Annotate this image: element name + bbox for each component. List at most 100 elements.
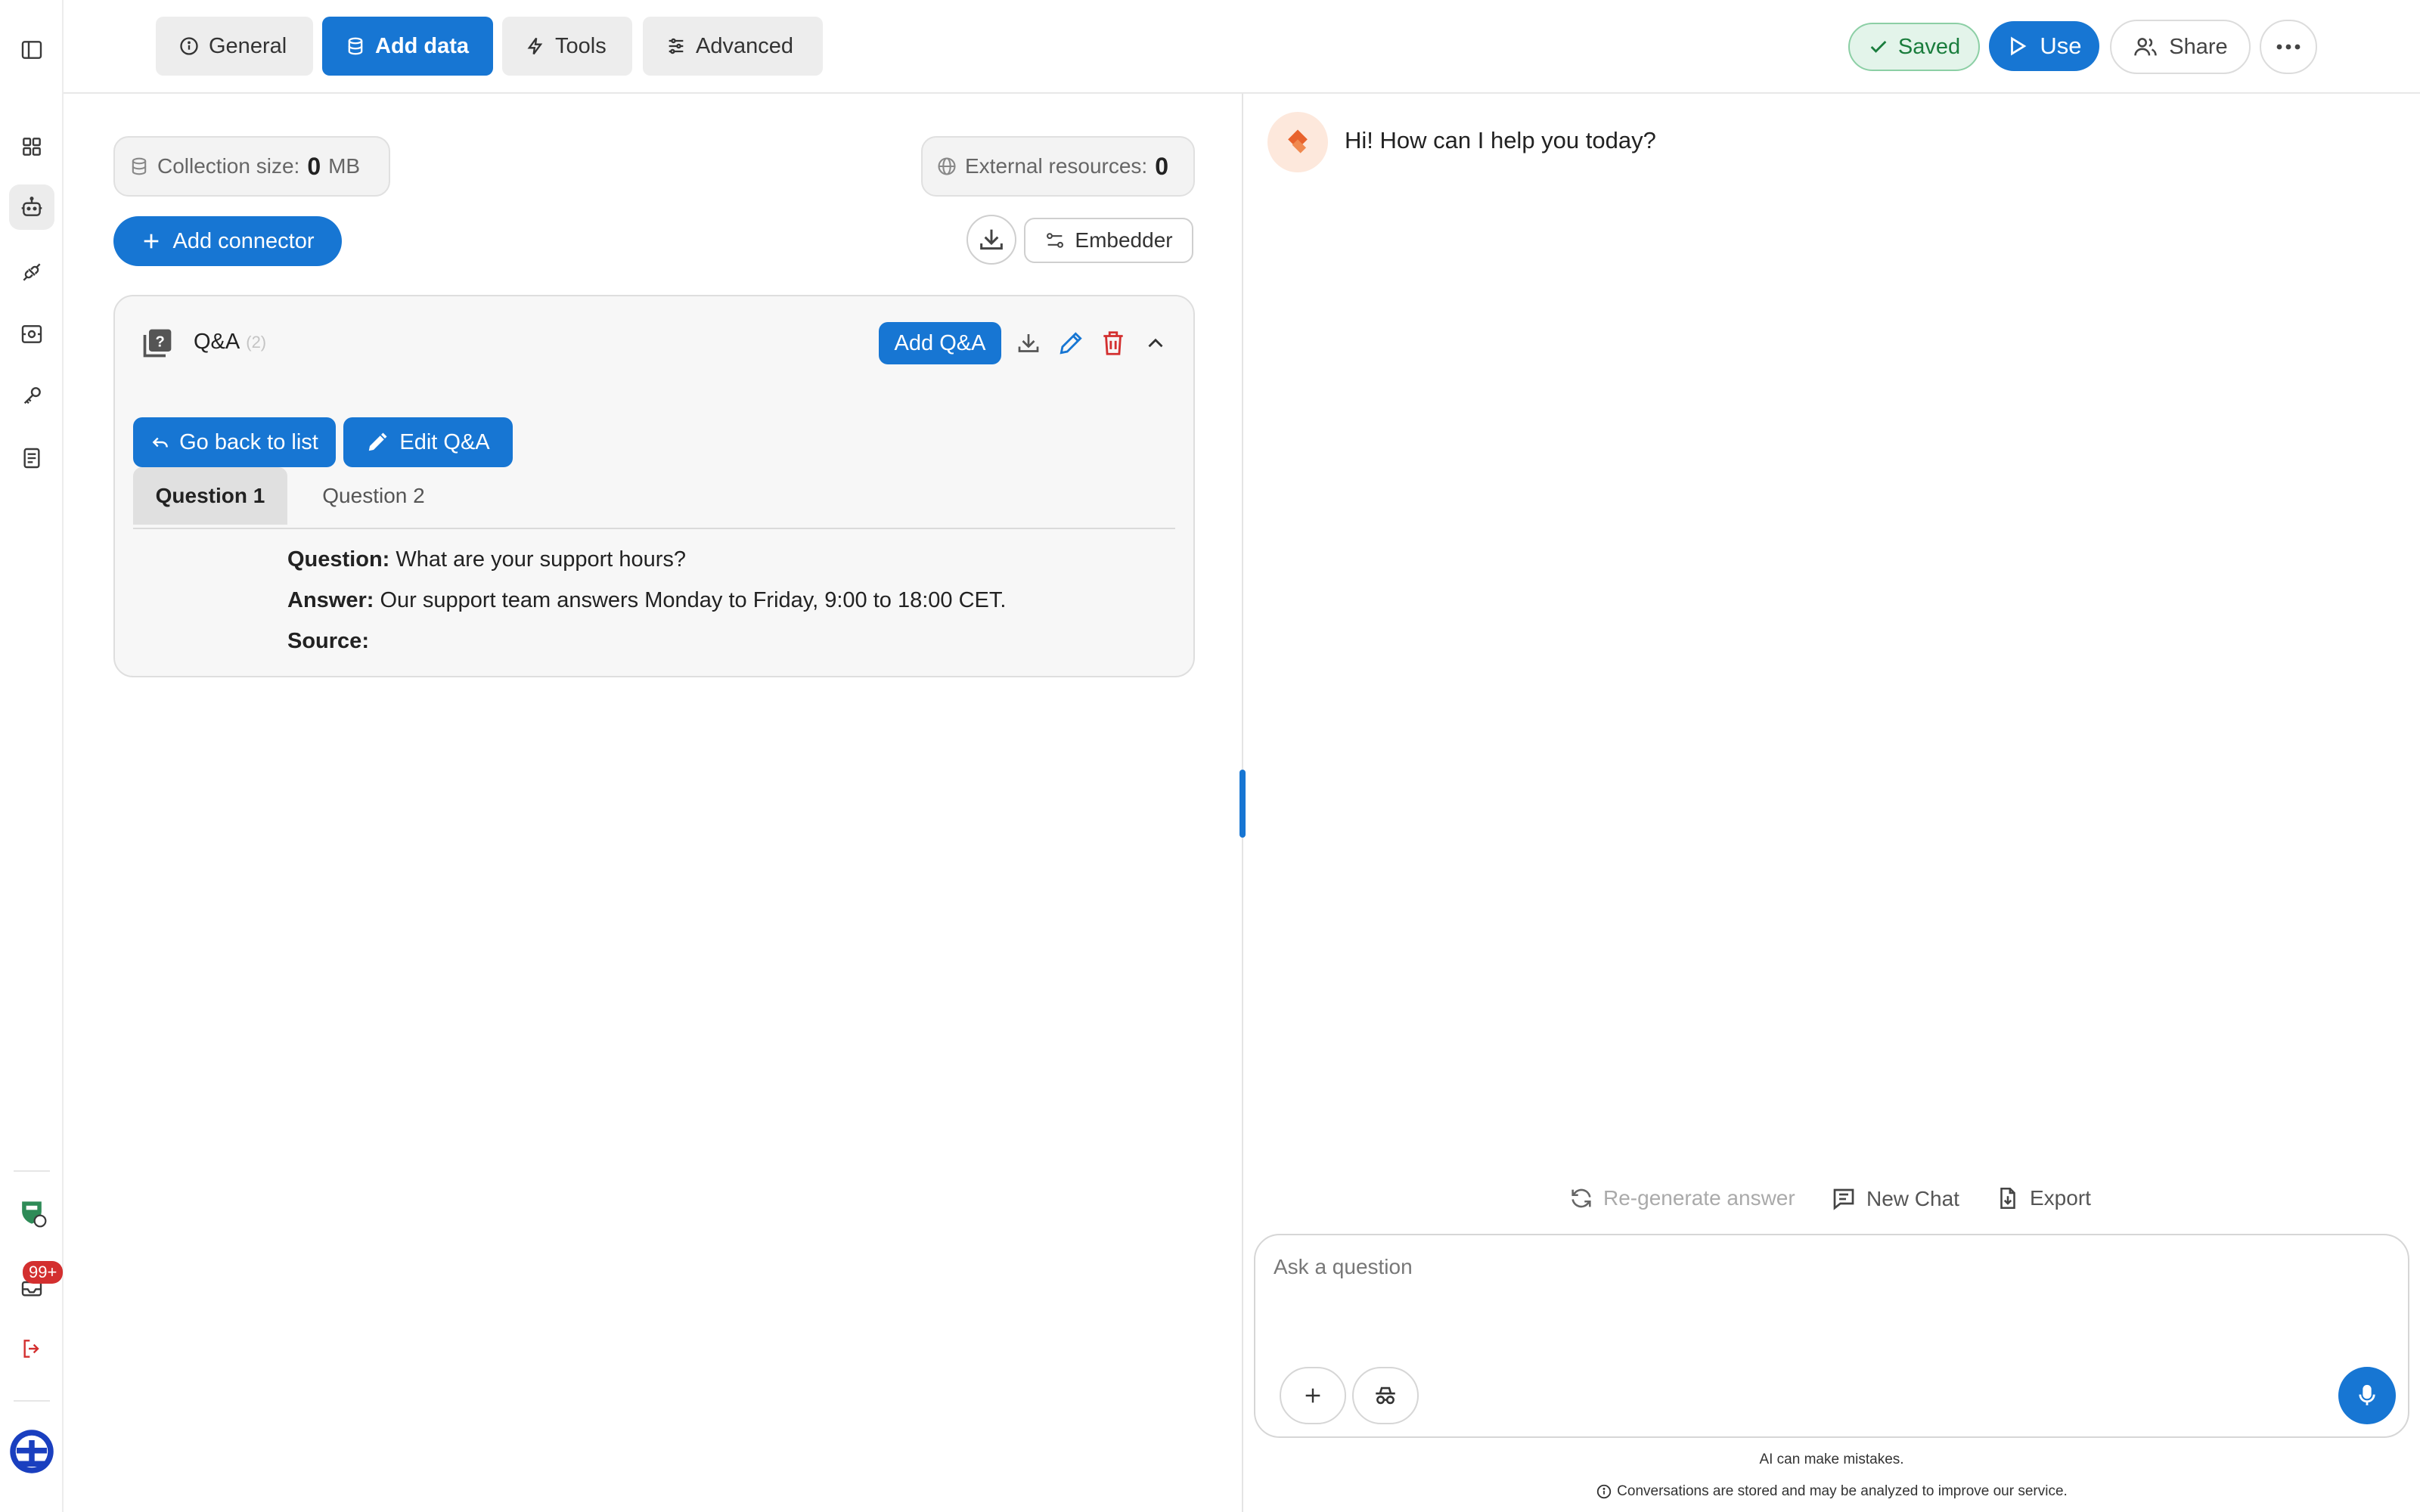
document-icon[interactable] <box>9 435 54 481</box>
ai-disclaimer: AI can make mistakes. <box>1759 1452 1904 1467</box>
database-icon <box>129 156 150 177</box>
bot-greeting-message: Hi! How can I help you today? <box>1345 127 1656 153</box>
export-file-icon <box>1995 1185 2021 1211</box>
chat-bubble-icon <box>1830 1185 1857 1213</box>
plus-icon <box>141 231 162 252</box>
embedder-label: Embedder <box>1075 228 1173 252</box>
qa-card-title: Q&A (2) <box>194 330 266 355</box>
delete-trash-icon[interactable] <box>1095 324 1131 363</box>
resize-handle[interactable] <box>1239 770 1246 838</box>
rail-divider <box>14 1400 50 1402</box>
tab-tools[interactable]: Tools <box>502 17 632 76</box>
regenerate-label: Re-generate answer <box>1603 1186 1795 1210</box>
collection-size-pill: Collection size: 0 MB <box>113 136 390 197</box>
left-rail: 99+ <box>0 0 64 1512</box>
answer-key: Answer: <box>287 588 374 612</box>
bot-logo-icon <box>1281 125 1314 159</box>
qa-card: ? Q&A (2) Add Q&A Go back to list Edit Q… <box>113 295 1195 677</box>
storage-notice-text: Conversations are stored and may be anal… <box>1617 1483 2068 1499</box>
plus-icon <box>1301 1383 1325 1408</box>
incognito-button[interactable] <box>1352 1367 1419 1424</box>
external-resources-pill: External resources: 0 <box>921 136 1195 197</box>
sliders-icon <box>666 36 687 57</box>
download-icon <box>976 225 1007 255</box>
avatar[interactable] <box>9 1429 54 1474</box>
go-back-label: Go back to list <box>179 429 318 454</box>
saved-status-badge: Saved <box>1848 23 1980 71</box>
question-row: Question: What are your support hours? <box>287 547 686 572</box>
tab-label: Tools <box>555 33 607 58</box>
toggle-sidebar-icon[interactable] <box>9 27 54 73</box>
logout-icon[interactable] <box>9 1326 54 1371</box>
download-all-button[interactable] <box>966 215 1016 265</box>
question-key: Question: <box>287 547 390 572</box>
download-qa-icon[interactable] <box>1010 324 1047 363</box>
external-resources-label: External resources: <box>965 154 1148 178</box>
rail-divider <box>14 1170 50 1172</box>
microphone-button[interactable] <box>2338 1367 2396 1424</box>
collection-size-value: 0 <box>307 152 321 180</box>
notification-badge: 99+ <box>23 1261 64 1284</box>
team-crest-icon[interactable] <box>9 1190 54 1235</box>
add-qa-button[interactable]: Add Q&A <box>879 322 1001 364</box>
export-button[interactable]: Export <box>1995 1185 2091 1211</box>
share-button[interactable]: Share <box>2110 20 2251 74</box>
edit-qa-button[interactable]: Edit Q&A <box>343 417 513 467</box>
scan-icon[interactable] <box>9 311 54 357</box>
ask-question-input[interactable] <box>1274 1255 2257 1279</box>
saved-label: Saved <box>1897 34 1961 59</box>
settings-sliders-icon <box>1044 230 1066 251</box>
bot-avatar <box>1267 112 1328 172</box>
new-chat-label: New Chat <box>1866 1187 1959 1210</box>
tab-add-data[interactable]: Add data <box>322 17 493 76</box>
qa-title: Q&A <box>194 330 240 354</box>
embedder-button[interactable]: Embedder <box>1024 218 1193 263</box>
tab-question-2[interactable]: Question 2 <box>296 467 451 525</box>
use-button[interactable]: Use <box>1989 21 2099 71</box>
more-horizontal-icon <box>2276 43 2301 51</box>
microphone-icon <box>2354 1383 2380 1408</box>
attach-add-button[interactable] <box>1280 1367 1346 1424</box>
tab-label: General <box>209 33 287 58</box>
info-icon <box>1596 1483 1612 1500</box>
edit-qa-label: Edit Q&A <box>399 429 490 454</box>
tab-advanced[interactable]: Advanced <box>643 17 823 76</box>
regenerate-answer-button[interactable]: Re-generate answer <box>1568 1185 1795 1211</box>
storage-notice: Conversations are stored and may be anal… <box>1254 1483 2409 1500</box>
tabs-divider <box>133 528 1175 529</box>
edit-pencil-icon[interactable] <box>1053 324 1089 363</box>
answer-row: Answer: Our support team answers Monday … <box>287 588 1006 613</box>
external-resources-value: 0 <box>1155 152 1169 180</box>
source-key: Source: <box>287 629 369 653</box>
undo-arrow-icon <box>150 432 170 452</box>
collapse-chevron-up-icon[interactable] <box>1137 324 1174 363</box>
source-row: Source: <box>287 629 369 654</box>
tab-question-1[interactable]: Question 1 <box>133 467 287 525</box>
chat-composer <box>1254 1234 2409 1438</box>
incognito-icon <box>1373 1383 1398 1408</box>
use-label: Use <box>2040 33 2082 59</box>
new-chat-button[interactable]: New Chat <box>1830 1185 1959 1213</box>
refresh-icon <box>1568 1185 1594 1211</box>
add-connector-label: Add connector <box>172 228 315 253</box>
tab-general[interactable]: General <box>156 17 313 76</box>
svg-text:?: ? <box>156 334 165 351</box>
play-icon <box>2006 35 2029 57</box>
globe-icon <box>936 156 957 177</box>
key-icon[interactable] <box>9 373 54 419</box>
pencil-icon <box>366 431 389 454</box>
share-label: Share <box>2169 34 2228 59</box>
more-options-button[interactable] <box>2260 20 2317 74</box>
dashboard-icon[interactable] <box>9 124 54 169</box>
add-connector-button[interactable]: Add connector <box>113 216 342 266</box>
collection-size-unit: MB <box>328 154 361 178</box>
qa-count: (2) <box>246 332 267 352</box>
go-back-to-list-button[interactable]: Go back to list <box>133 417 336 467</box>
collection-size-label: Collection size: <box>157 154 300 178</box>
tab-label: Add data <box>375 33 470 58</box>
answer-value: Our support team answers Monday to Frida… <box>374 588 1007 612</box>
database-icon <box>345 36 366 57</box>
assistant-bot-icon[interactable] <box>9 184 54 230</box>
check-icon <box>1868 36 1889 57</box>
plug-connector-icon[interactable] <box>9 249 54 295</box>
